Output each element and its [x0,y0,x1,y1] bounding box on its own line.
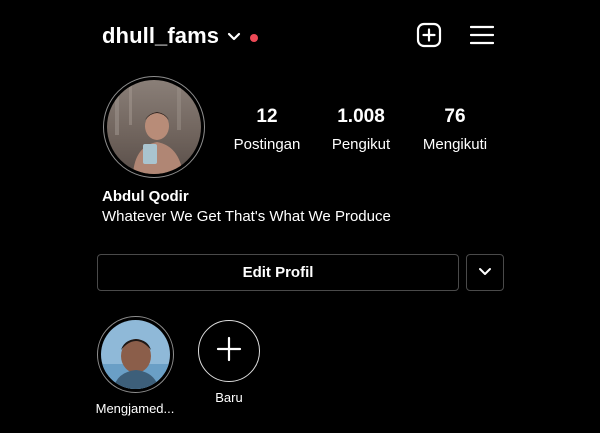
chevron-down-icon [478,264,492,282]
followers-count: 1.008 [337,106,385,127]
new-post-icon[interactable] [416,22,442,53]
avatar [107,80,201,174]
username[interactable]: dhull_fams [102,23,219,49]
suggestions-toggle-button[interactable] [466,254,504,291]
stat-following[interactable]: 76 Mengikuti [418,106,492,153]
highlight-item[interactable]: Mengjamed... [85,316,185,416]
highlight-thumbnail [100,320,170,389]
highlight-cover [96,316,174,393]
stat-followers[interactable]: 1.008 Pengikut [326,106,396,153]
new-highlight-label: Baru [215,390,243,405]
highlight-label: Mengjamed... [95,401,175,416]
profile-picture[interactable] [103,76,205,178]
edit-profile-button[interactable]: Edit Profil [97,254,459,291]
bio-text: Whatever We Get That's What We Produce [102,208,391,225]
followers-label: Pengikut [331,136,391,153]
profile-screen: dhull_fams 12 Postingan 1.008 Pengikut 7… [0,0,600,433]
menu-icon[interactable] [469,24,495,51]
plus-icon [216,336,242,367]
chevron-down-icon[interactable] [227,29,241,47]
posts-count: 12 [256,106,278,127]
posts-label: Postingan [233,136,301,153]
display-name: Abdul Qodir [102,188,189,205]
notification-dot [250,33,259,42]
account-switcher[interactable]: dhull_fams [102,18,259,54]
following-label: Mengikuti [422,136,488,153]
stat-posts[interactable]: 12 Postingan [232,106,302,153]
new-highlight-button[interactable] [198,320,260,382]
new-highlight-item[interactable]: Baru [179,316,279,405]
header-actions [416,22,495,53]
following-count: 76 [444,106,466,127]
